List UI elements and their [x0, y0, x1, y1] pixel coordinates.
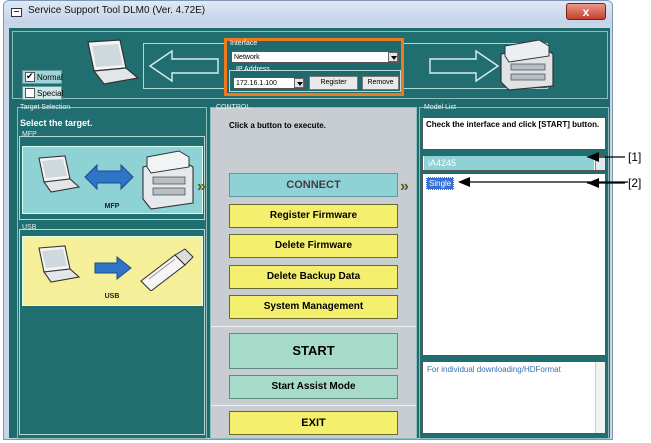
register-firmware-button[interactable]: Register Firmware — [229, 204, 398, 228]
normal-checkbox[interactable] — [25, 70, 35, 83]
connect-button[interactable]: CONNECT — [229, 173, 398, 197]
delete-firmware-button[interactable]: Delete Firmware — [229, 234, 398, 258]
mfp-caption: MFP — [104, 203, 120, 210]
callout-label-1: [1] — [628, 150, 642, 164]
special-mode-option[interactable]: Special — [22, 86, 64, 100]
ip-address-value: 172.16.1.100 — [236, 80, 277, 87]
laptop-icon — [38, 155, 81, 193]
window-title: Service Support Tool DLM0 (Ver. 4.72E) — [28, 5, 206, 16]
model-list-legend: Model List — [424, 104, 456, 111]
exit-button[interactable]: EXIT — [229, 411, 398, 435]
printer-icon — [142, 150, 194, 210]
arrow-right-icon — [94, 255, 132, 281]
callout-label-2: [2] — [628, 176, 642, 190]
ip-address-select[interactable]: 172.16.1.100 — [233, 77, 305, 89]
note-scrollbar[interactable] — [595, 362, 605, 433]
usb-target-button[interactable]: USB — [22, 236, 203, 306]
divider — [211, 405, 416, 406]
close-button[interactable]: x — [566, 3, 606, 20]
control-legend: CONTROL — [216, 104, 251, 111]
normal-mode-option[interactable]: Normal — [22, 70, 63, 84]
mfp-target-button[interactable]: MFP — [22, 146, 203, 214]
remove-ip-button[interactable]: Remove — [362, 76, 399, 90]
chevron-right-icon: » — [400, 178, 409, 195]
laptop-icon — [38, 245, 81, 283]
target-prompt: Select the target. — [20, 118, 93, 128]
callout-line-two — [458, 177, 628, 187]
chevron-down-icon[interactable] — [294, 78, 304, 88]
printer-icon — [500, 39, 554, 91]
arrow-right-icon — [429, 49, 500, 83]
target-legend: Target Selection — [20, 104, 71, 111]
system-management-button[interactable]: System Management — [229, 295, 398, 319]
list-item[interactable]: Single — [426, 177, 455, 190]
delete-backup-data-button[interactable]: Delete Backup Data — [229, 265, 398, 289]
model-item-list[interactable]: Single — [422, 173, 606, 356]
model-select[interactable]: iA4245 — [422, 155, 606, 171]
model-select-value: iA4245 — [424, 156, 594, 170]
model-note-text: For individual downloading/HDFormat — [427, 365, 561, 374]
interface-select[interactable]: Network — [231, 51, 399, 63]
mfp-legend: MFP — [22, 131, 37, 138]
register-ip-button[interactable]: Register — [309, 76, 358, 90]
model-note: For individual downloading/HDFormat — [422, 361, 606, 434]
usb-caption: USB — [104, 293, 120, 300]
start-assist-mode-button[interactable]: Start Assist Mode — [229, 375, 398, 399]
chevron-right-icon: » — [197, 178, 206, 195]
start-button[interactable]: START — [229, 333, 398, 369]
model-list-hint: Check the interface and click [START] bu… — [422, 117, 606, 150]
special-label: Special — [37, 89, 64, 98]
laptop-icon — [87, 39, 140, 85]
interface-select-value: Network — [234, 54, 260, 61]
divider — [211, 326, 416, 327]
app-icon — [11, 8, 22, 17]
usb-drive-icon — [140, 248, 194, 291]
arrow-left-icon — [148, 49, 219, 83]
bidirectional-arrow-icon — [84, 163, 134, 191]
interface-legend: Interface — [230, 40, 258, 47]
usb-legend: USB — [22, 224, 37, 231]
ip-legend: IP Address — [236, 66, 270, 73]
special-checkbox[interactable] — [25, 88, 35, 98]
chevron-down-icon[interactable] — [388, 52, 398, 62]
control-instruction: Click a button to execute. — [229, 121, 326, 130]
normal-label: Normal — [37, 73, 63, 82]
